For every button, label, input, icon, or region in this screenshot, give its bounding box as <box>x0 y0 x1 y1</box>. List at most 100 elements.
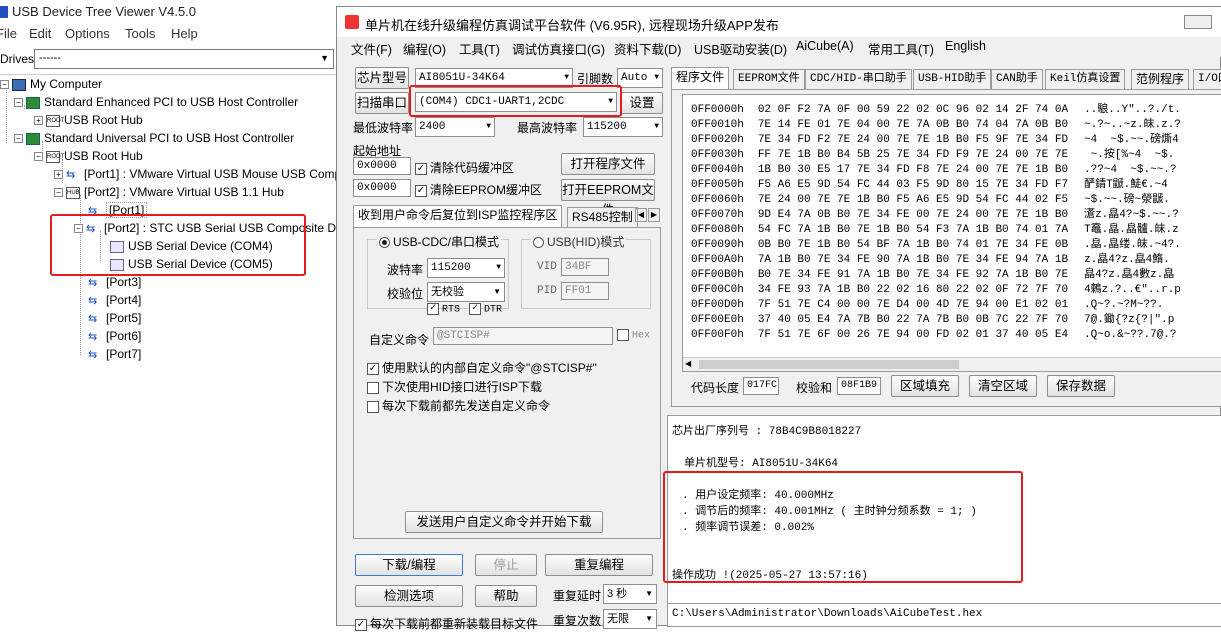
hex-view[interactable]: 0FF0000h 02 0F F2 7A 0F 00 59 22 02 0C 96… <box>682 94 1221 372</box>
tree-node-hub-port1[interactable]: ⇆ [Port1] <box>88 201 148 219</box>
menu-program[interactable]: 编程(O) <box>403 39 446 58</box>
send-command-first-checkbox[interactable]: 每次下载前都先发送自定义命令 <box>367 397 550 414</box>
send-command-download-button[interactable]: 发送用户自定义命令并开始下载 <box>405 511 603 533</box>
pins-select[interactable]: Auto ▼ <box>617 68 663 88</box>
hex-checkbox[interactable]: Hex <box>617 329 650 342</box>
vid-input[interactable]: 34BF <box>561 258 609 276</box>
drives-select[interactable]: ------ ▼ <box>34 49 334 69</box>
save-data-button[interactable]: 保存数据 <box>1047 375 1115 397</box>
collapse-icon[interactable]: − <box>0 80 9 90</box>
use-default-command-checkbox[interactable]: ✓ 使用默认的内部自定义命令"@STCISP#" <box>367 359 597 376</box>
expand-icon[interactable]: + <box>54 170 63 180</box>
menu-downloads[interactable]: 资料下载(D) <box>614 39 681 58</box>
menu-aicube[interactable]: AiCube(A) <box>796 39 854 53</box>
check-options-button[interactable]: 检测选项 <box>355 585 463 607</box>
collapse-icon[interactable]: − <box>54 188 63 198</box>
collapse-icon[interactable]: − <box>34 152 43 162</box>
menu-options[interactable]: Options <box>65 26 110 41</box>
min-baud-select[interactable]: 2400 ▼ <box>415 117 495 137</box>
tree-node-root-hub-1[interactable]: + ROOTUSB Root Hub <box>34 111 143 129</box>
tab-keil-sim[interactable]: Keil仿真设置 <box>1045 69 1126 89</box>
tree-node-hub-port3[interactable]: ⇆ [Port3] <box>88 273 141 291</box>
eeprom-start-address-input[interactable]: 0x0000 <box>353 179 411 197</box>
menu-common-tools[interactable]: 常用工具(T) <box>868 39 934 58</box>
menu-english[interactable]: English <box>945 39 986 53</box>
tree-node-hub-port5[interactable]: ⇆ [Port5] <box>88 309 141 327</box>
minimize-button[interactable] <box>1184 15 1212 29</box>
use-hid-next-checkbox[interactable]: 下次使用HID接口进行ISP下载 <box>367 378 542 395</box>
tab-scroll-left-icon[interactable]: ◀ <box>635 208 647 222</box>
tab-can[interactable]: CAN助手 <box>991 69 1043 89</box>
stop-button[interactable]: 停止 <box>475 554 537 576</box>
chip-model-button[interactable]: 芯片型号 <box>355 67 409 89</box>
chevron-down-icon: ▼ <box>496 263 501 272</box>
device-tree[interactable]: − My Computer − Standard Enhanced PCI to U… <box>0 74 367 626</box>
horizontal-scrollbar[interactable]: ◀ <box>683 357 1221 371</box>
custom-command-input[interactable]: @STCISP# <box>433 327 613 345</box>
com-port-select[interactable]: (COM4) CDC1-UART1,2CDC ▼ <box>415 92 617 112</box>
collapse-icon[interactable]: − <box>74 224 83 234</box>
tree-node-hub-port4[interactable]: ⇆ [Port4] <box>88 291 141 309</box>
code-start-address-input[interactable]: 0x0000 <box>353 157 411 175</box>
tree-node-port1-mouse[interactable]: + ⇆ [Port1] : VMware Virtual USB Mouse USB… <box>54 165 367 183</box>
menu-edit[interactable]: Edit <box>29 26 51 41</box>
scrollbar-thumb[interactable] <box>699 360 959 369</box>
tree-node-enhanced-host-controller[interactable]: − Standard Enhanced PCI to USB Host Contr… <box>14 93 298 111</box>
settings-button[interactable]: 设置 <box>621 92 663 114</box>
pid-label: PID <box>537 285 557 297</box>
tree-node-port2-hub[interactable]: − HUB [Port2] : VMware Virtual USB 1.1 Hub <box>54 183 284 201</box>
cdc-mode-radio[interactable]: USB-CDC/串口模式 <box>377 233 502 250</box>
menu-usb-driver[interactable]: USB驱动安装(D) <box>694 39 787 58</box>
open-eeprom-button[interactable]: 打开EEPROM文件 <box>561 179 655 217</box>
rts-checkbox[interactable]: ✓ RTS <box>427 303 460 316</box>
tree-node-hub-port7[interactable]: ⇆ [Port7] <box>88 345 141 363</box>
tree-node-root-hub-2[interactable]: − ROOTUSB Root Hub <box>34 147 143 165</box>
clear-region-button[interactable]: 清空区域 <box>969 375 1037 397</box>
tab-program-file[interactable]: 程序文件 <box>671 67 730 89</box>
menu-help[interactable]: Help <box>171 26 198 41</box>
fill-region-button[interactable]: 区域填充 <box>891 375 959 397</box>
pid-input[interactable]: FF01 <box>561 282 609 300</box>
menu-tools[interactable]: 工具(T) <box>459 39 500 58</box>
tree-node-stc-composite[interactable]: − ⇆ [Port2] : STC USB Serial USB Composite… <box>74 219 364 237</box>
collapse-icon[interactable]: − <box>14 98 23 108</box>
chip-model-select[interactable]: AI8051U-34K64 ▼ <box>415 68 573 88</box>
max-baud-select[interactable]: 115200 ▼ <box>583 117 663 137</box>
reload-target-checkbox[interactable]: ✓ 每次下载前都重新装载目标文件 <box>355 615 538 632</box>
repeat-program-button[interactable]: 重复编程 <box>545 554 653 576</box>
parity-select[interactable]: 无校验 ▼ <box>427 282 505 302</box>
tab-cdc-hid-serial[interactable]: CDC/HID-串口助手 <box>805 69 912 89</box>
tab-scroll-right-icon[interactable]: ▶ <box>648 208 660 222</box>
menu-file[interactable]: File <box>0 26 17 41</box>
tab-reset-isp[interactable]: 收到用户命令后复位到ISP监控程序区 <box>353 205 563 227</box>
dtr-checkbox[interactable]: ✓ DTR <box>469 303 502 316</box>
baud-select[interactable]: 115200 ▼ <box>427 258 505 278</box>
download-program-button[interactable]: 下载/编程 <box>355 554 463 576</box>
tree-node-hub-port6[interactable]: ⇆ [Port6] <box>88 327 141 345</box>
repeat-delay-select[interactable]: 3 秒 ▼ <box>603 584 657 604</box>
repeat-count-select[interactable]: 无限 ▼ <box>603 609 657 629</box>
tab-usb-hid[interactable]: USB-HID助手 <box>913 69 992 89</box>
hex-row: 0FF0060h 7E 24 00 7E 7E 1B B0 F5 A6 E5 9D… <box>691 193 1170 208</box>
menu-debug[interactable]: 调试仿真接口(G) <box>512 39 605 58</box>
tab-examples[interactable]: 范例程序 <box>1131 69 1190 89</box>
scroll-left-icon[interactable]: ◀ <box>685 359 691 368</box>
help-button[interactable]: 帮助 <box>475 585 537 607</box>
tab-rs485[interactable]: RS485控制 <box>567 207 638 227</box>
tree-node-universal-host-controller[interactable]: − Standard Universal PCI to USB Host Cont… <box>14 129 294 147</box>
tree-node-my-computer[interactable]: − My Computer <box>0 75 102 93</box>
hid-mode-radio[interactable]: USB(HID)模式 <box>531 233 627 250</box>
clear-eeprom-checkbox[interactable]: ✓ 清除EEPROM缓冲区 <box>415 181 542 198</box>
collapse-icon[interactable]: − <box>14 134 23 144</box>
menu-file[interactable]: 文件(F) <box>351 39 392 58</box>
tab-io[interactable]: I/O口 <box>1193 69 1221 89</box>
expand-icon[interactable]: + <box>34 116 43 126</box>
tree-node-com4[interactable]: USB Serial Device (COM4) <box>110 237 273 255</box>
tab-eeprom-file[interactable]: EEPROM文件 <box>733 69 805 89</box>
scan-port-button[interactable]: 扫描串口 <box>355 92 409 114</box>
open-program-button[interactable]: 打开程序文件 <box>561 153 655 175</box>
serial-device-icon <box>110 258 124 271</box>
clear-code-checkbox[interactable]: ✓ 清除代码缓冲区 <box>415 159 514 176</box>
menu-tools[interactable]: Tools <box>125 26 155 41</box>
tree-node-com5[interactable]: USB Serial Device (COM5) <box>110 255 273 273</box>
